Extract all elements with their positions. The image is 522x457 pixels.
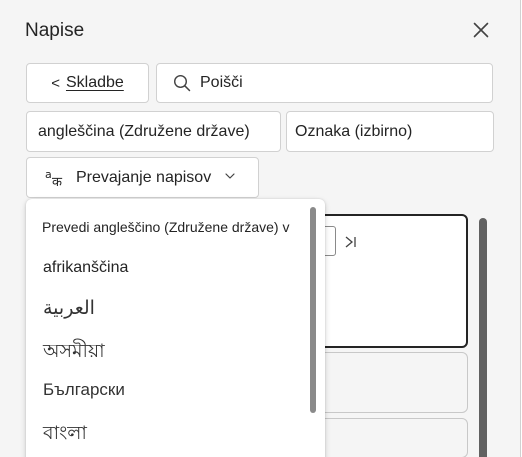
menu-header: Prevedi angleščino (Združene države) v: [42, 219, 290, 235]
search-placeholder: Poišči: [200, 74, 243, 91]
caption-language-value: angleščina (Združene države): [38, 122, 250, 140]
caption-card-selected[interactable]: [318, 214, 468, 348]
caption-card[interactable]: [318, 352, 468, 413]
back-to-tracks-button[interactable]: < Skladbe: [26, 63, 149, 103]
caption-label-placeholder: Oznaka (izbirno): [295, 122, 413, 140]
menu-scrollbar[interactable]: [310, 207, 316, 413]
caption-language-select[interactable]: angleščina (Združene države): [26, 111, 281, 152]
search-input[interactable]: Poišči: [156, 63, 493, 103]
translate-language-menu: Prevedi angleščino (Združene države) v a…: [26, 199, 325, 457]
close-icon: [473, 22, 489, 38]
captions-panel: Napise < Skladbe Poišči angleščina (Zdru…: [0, 0, 521, 457]
close-button[interactable]: [466, 15, 496, 45]
svg-text:क: क: [52, 175, 63, 188]
back-button-label: Skladbe: [65, 74, 124, 91]
menu-item-language[interactable]: afrikanščina: [43, 259, 303, 277]
menu-item-language[interactable]: Български: [43, 380, 303, 400]
translate-captions-button[interactable]: a क Prevajanje napisov: [26, 157, 259, 198]
panel-title: Napise: [25, 20, 85, 41]
skip-next-icon[interactable]: [343, 234, 359, 250]
chevron-down-icon: [225, 173, 235, 179]
translate-icon: a क: [45, 168, 63, 188]
caption-card[interactable]: [318, 418, 468, 457]
menu-item-language[interactable]: العربية: [43, 297, 303, 320]
menu-item-language[interactable]: অসমীয়া: [43, 337, 303, 369]
back-arrow: <: [51, 74, 60, 92]
menu-item-language[interactable]: বাংলা: [43, 419, 303, 451]
svg-text:a: a: [45, 168, 52, 181]
caption-label-field[interactable]: Oznaka (izbirno): [286, 111, 494, 152]
translate-captions-label: Prevajanje napisov: [76, 168, 212, 186]
search-icon: [173, 74, 191, 92]
captions-scrollbar[interactable]: [479, 218, 487, 457]
